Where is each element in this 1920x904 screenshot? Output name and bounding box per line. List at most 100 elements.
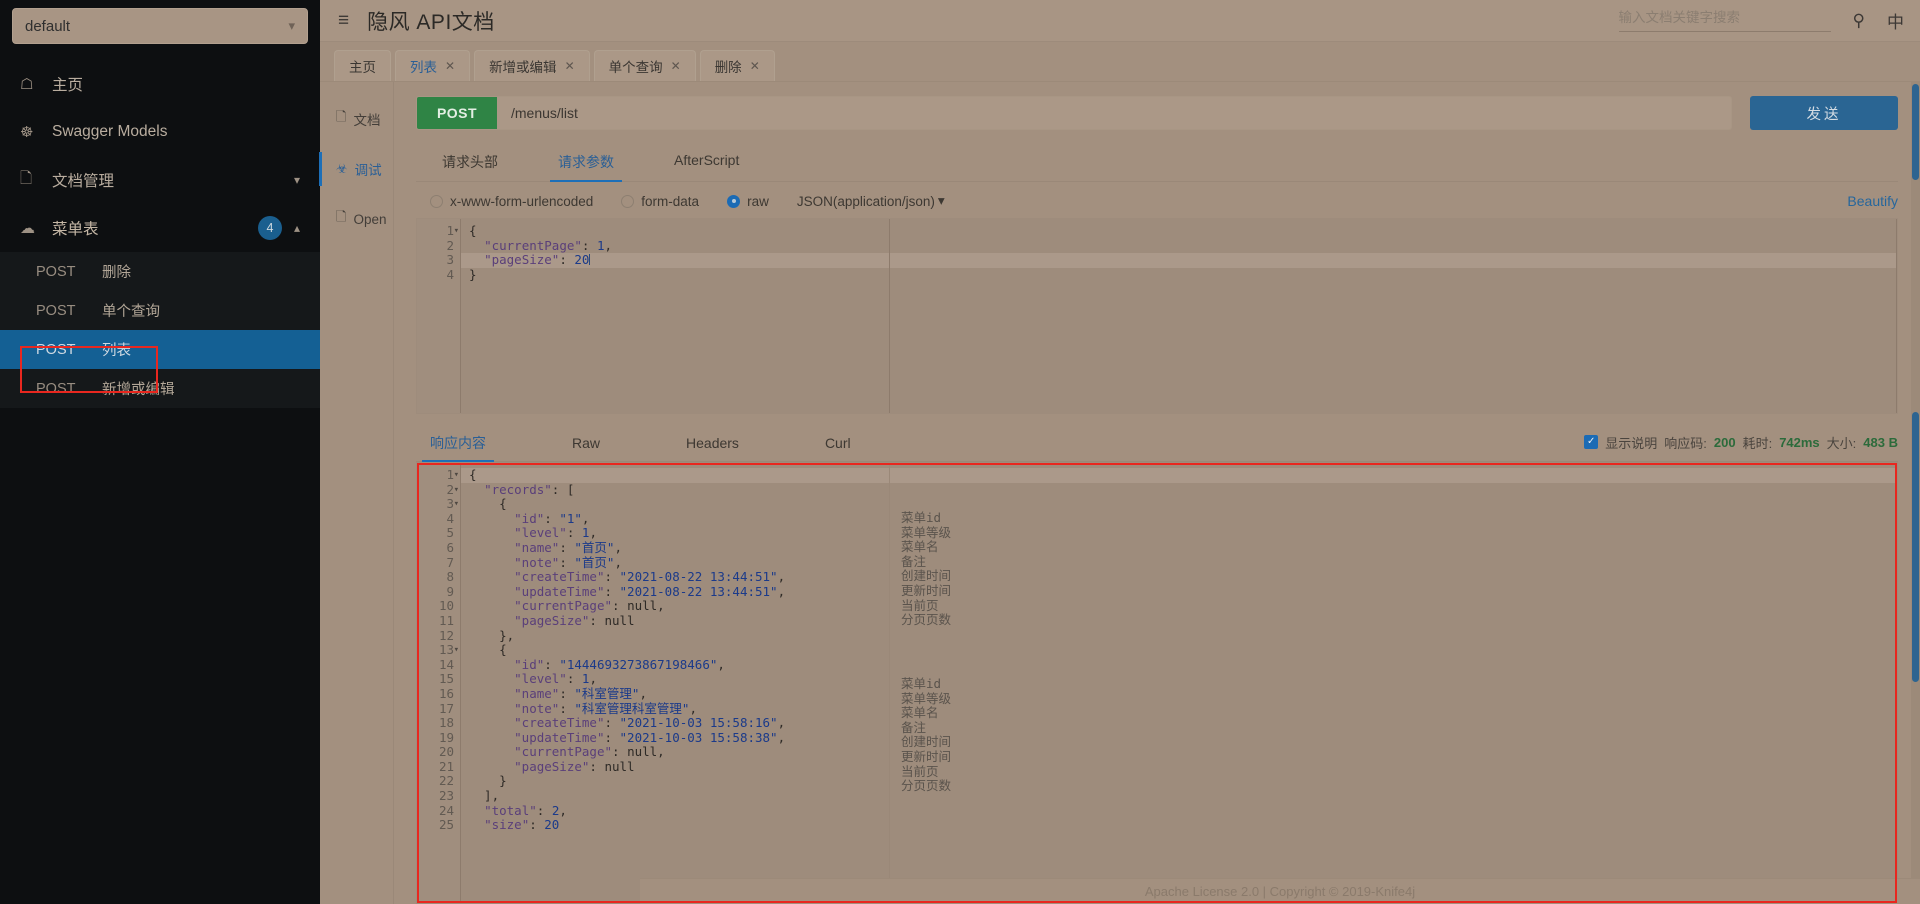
search-input[interactable]	[1618, 10, 1831, 25]
beautify-button[interactable]: Beautify	[1847, 193, 1898, 209]
content-type-select[interactable]: JSON(application/json) ▾	[797, 193, 945, 209]
show-description-checkbox[interactable]: ✓	[1584, 435, 1599, 449]
tab-afterscript[interactable]: AfterScript	[656, 146, 757, 181]
fold-toggle-icon[interactable]: ▾	[454, 468, 459, 483]
tab-home[interactable]: 主页	[334, 50, 391, 81]
sidebar-item-doc-management[interactable]: 🗋 文档管理 ▾	[0, 156, 320, 204]
radio-icon[interactable]	[621, 194, 635, 208]
radio-x-www-form-urlencoded[interactable]: x-www-form-urlencoded	[430, 194, 593, 209]
page-scrollbar-track[interactable]	[1911, 82, 1920, 904]
tab-response-raw[interactable]: Raw	[564, 431, 608, 459]
code-line: }	[469, 773, 507, 789]
tab-single-query[interactable]: 单个查询 ✕	[593, 50, 696, 81]
line-number: 4	[446, 266, 454, 282]
endpoint-item-delete[interactable]: POST 删除	[0, 252, 320, 291]
close-icon[interactable]: ✕	[565, 59, 575, 73]
response-code[interactable]: { "records": [ { "id": "1", "level": 1, …	[461, 463, 1897, 903]
tab-bar: 主页 列表 ✕ 新增或编辑 ✕ 单个查询 ✕ 删除 ✕	[320, 42, 1920, 82]
code-line: {	[469, 223, 477, 238]
open-file-icon: 🗋	[336, 209, 347, 224]
fold-toggle-icon[interactable]: ▾	[454, 224, 459, 239]
request-code[interactable]: { "currentPage": 1, "pageSize": 20}	[461, 219, 1897, 413]
api-doc-app: default ▾ ☖ 主页 ☸ Swagger Models 🗋 文档管理 ▾…	[0, 0, 1920, 904]
search-box[interactable]	[1618, 9, 1831, 32]
environment-select[interactable]: default ▾	[12, 8, 308, 44]
content-area: 🗋 文档 ☣ 调试 🗋 Open POST /menus/list 发送 请求头…	[319, 82, 1920, 904]
search-icon[interactable]: ⚲	[1853, 11, 1865, 31]
endpoint-label: 单个查询	[102, 304, 160, 320]
view-mode-open[interactable]: 🗋 Open	[320, 198, 393, 240]
editor-divider	[889, 219, 890, 413]
language-toggle[interactable]: 中	[1887, 8, 1904, 33]
line-number: 8	[446, 569, 454, 585]
tab-add-or-edit[interactable]: 新增或编辑 ✕	[474, 50, 590, 81]
radio-icon[interactable]	[430, 194, 443, 208]
url-box[interactable]: POST	[416, 96, 1732, 130]
chevron-down-icon: ▾	[937, 193, 945, 208]
code-line: "currentPage": null,	[514, 744, 665, 760]
endpoint-item-list[interactable]: POST 列表	[0, 330, 320, 369]
radio-raw[interactable]: raw	[727, 194, 769, 209]
radio-form-data[interactable]: form-data	[621, 194, 699, 209]
endpoint-item-single-query[interactable]: POST 单个查询	[0, 291, 320, 330]
send-button[interactable]: 发送	[1750, 96, 1898, 130]
tab-response-curl[interactable]: Curl	[817, 431, 859, 459]
line-number: 1 ▾	[446, 467, 459, 482]
line-number: 16	[438, 685, 454, 701]
code-line: "note": "科室管理科室管理",	[514, 700, 697, 716]
fold-toggle-icon[interactable]: ▾	[454, 643, 459, 658]
endpoint-count-badge: 4	[257, 216, 282, 240]
tab-delete[interactable]: 删除 ✕	[699, 50, 775, 81]
url-input[interactable]	[497, 97, 1731, 129]
code-line: {	[469, 496, 507, 512]
line-number: 11	[438, 612, 454, 628]
tab-label: 主页	[349, 60, 376, 75]
line-number: 7	[446, 554, 454, 570]
tab-response-body[interactable]: 响应内容	[422, 429, 494, 462]
tab-response-headers[interactable]: Headers	[678, 431, 747, 459]
line-number: 3	[446, 252, 454, 268]
collapse-sidebar-icon[interactable]: ≡	[338, 11, 349, 30]
code-line: "currentPage": null,	[514, 598, 665, 614]
fold-toggle-icon[interactable]: ▾	[454, 497, 459, 512]
page-title: 隐风 API文档	[367, 10, 495, 34]
sidebar-item-label: 文档管理	[52, 173, 115, 190]
tab-request-params[interactable]: 请求参数	[540, 146, 632, 182]
code-line: "total": 2,	[484, 802, 567, 818]
document-icon: 🗋	[20, 169, 33, 187]
field-descriptions-block-1: 菜单id 菜单等级 菜单名 备注 创建时间 更新时间 当前页 分页页数	[901, 510, 952, 628]
body-type-row: x-www-form-urlencoded form-data raw JSON…	[416, 182, 1898, 218]
tab-list[interactable]: 列表 ✕	[395, 50, 471, 81]
status-code-label: 响应码:	[1664, 435, 1707, 451]
tab-request-headers[interactable]: 请求头部	[424, 146, 516, 181]
radio-icon-selected[interactable]	[727, 194, 741, 208]
page-scrollbar-thumb[interactable]	[1912, 84, 1919, 180]
close-icon[interactable]: ✕	[750, 59, 760, 73]
chevron-up-icon[interactable]: ▴	[294, 221, 300, 235]
chevron-down-icon[interactable]: ▾	[294, 173, 300, 187]
code-line: "level": 1,	[514, 525, 597, 541]
http-method-badge: POST	[417, 97, 497, 129]
response-body-editor[interactable]: 1 ▾ 2 ▾ 3 ▾ 4 5 6 7 8 9 10 11 12 13 ▾ 14 15 16 17 18 19 20 21 22 2…	[416, 462, 1898, 904]
editor-scrollbar-thumb[interactable]	[1912, 412, 1919, 682]
close-icon[interactable]: ✕	[445, 59, 455, 73]
code-line: "updateTime": "2021-08-22 13:44:51",	[514, 583, 786, 599]
fold-toggle-icon[interactable]: ▾	[454, 483, 459, 498]
view-mode-document[interactable]: 🗋 文档	[320, 98, 393, 140]
close-icon[interactable]: ✕	[671, 59, 681, 73]
code-line: "updateTime": "2021-10-03 15:58:38",	[514, 729, 786, 745]
sidebar-item-swagger-models[interactable]: ☸ Swagger Models	[0, 108, 320, 156]
view-mode-debug[interactable]: ☣ 调试	[319, 148, 393, 190]
sidebar-item-menu-table[interactable]: ☁ 菜单表 4 ▴	[0, 204, 320, 252]
footer-text: Apache License 2.0 | Copyright © 2019-Kn…	[1144, 884, 1416, 899]
sidebar-item-home[interactable]: ☖ 主页	[0, 60, 320, 108]
endpoint-item-add-or-edit[interactable]: POST 新增或编辑	[0, 369, 320, 408]
rtab-label: 响应内容	[430, 435, 486, 451]
code-line: "records": [	[484, 481, 575, 497]
view-mode-nav: 🗋 文档 ☣ 调试 🗋 Open	[319, 82, 394, 904]
request-body-editor[interactable]: 1 ▾ 2 3 4 { "currentPage": 1, "pageSize": 20…	[416, 218, 1898, 414]
field-descriptions-block-2: 菜单id 菜单等级 菜单名 备注 创建时间 更新时间 当前页 分页页数	[901, 676, 952, 794]
code-line: "createTime": "2021-10-03 15:58:16",	[514, 715, 786, 731]
line-number: 22	[438, 773, 454, 789]
code-line: {	[461, 467, 1897, 483]
